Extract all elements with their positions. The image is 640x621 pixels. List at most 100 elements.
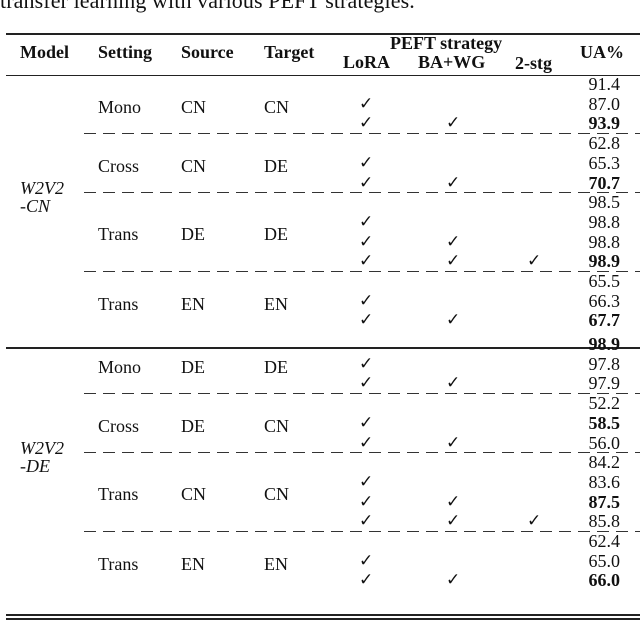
ba-wg-check-icon: ✓ bbox=[446, 373, 461, 393]
lora-check-icon: ✓ bbox=[359, 432, 374, 452]
lora-check-icon: ✓ bbox=[359, 511, 374, 531]
header-2-stg: 2-stg bbox=[515, 53, 552, 73]
ba-wg-check-icon: ✓ bbox=[446, 113, 461, 133]
header-model: Model bbox=[20, 42, 69, 62]
ua-value: 70.7 bbox=[588, 172, 621, 193]
ua-value: 84.2 bbox=[588, 452, 621, 473]
ua-value: 65.5 bbox=[588, 271, 621, 291]
source-cell: DE bbox=[181, 415, 205, 436]
lora-check-icon: ✓ bbox=[359, 471, 374, 491]
source-cell: EN bbox=[181, 553, 205, 574]
ua-value: 98.8 bbox=[588, 231, 621, 252]
ua-value: 97.9 bbox=[588, 373, 621, 394]
group-divider bbox=[84, 531, 640, 533]
header-peft-strategy: PEFT strategy bbox=[390, 33, 503, 53]
ua-value: 67.7 bbox=[588, 310, 621, 331]
lora-check-icon: ✓ bbox=[359, 310, 374, 330]
bottom-rule-2 bbox=[6, 618, 640, 620]
ba-wg-check-icon: ✓ bbox=[446, 491, 461, 511]
ba-wg-check-icon: ✓ bbox=[446, 432, 461, 452]
group-divider bbox=[84, 271, 640, 272]
lora-check-icon: ✓ bbox=[359, 113, 374, 133]
setting-cell: Trans bbox=[98, 553, 139, 574]
ua-value: 62.8 bbox=[588, 133, 621, 154]
bottom-rule bbox=[6, 614, 640, 616]
target-cell: DE bbox=[264, 356, 288, 377]
group-divider bbox=[84, 133, 640, 135]
ua-value: 93.9 bbox=[588, 113, 621, 134]
group-divider bbox=[84, 393, 640, 395]
header-setting: Setting bbox=[98, 42, 152, 62]
header-ua: UA% bbox=[580, 42, 624, 62]
lora-check-icon: ✓ bbox=[359, 251, 374, 271]
ua-value: 56.0 bbox=[588, 432, 621, 453]
ba-wg-check-icon: ✓ bbox=[446, 310, 461, 330]
ua-value: 98.8 bbox=[588, 211, 621, 232]
ua-value: 62.4 bbox=[588, 531, 621, 552]
two-stg-check-icon: ✓ bbox=[527, 511, 542, 531]
header-target: Target bbox=[264, 42, 315, 62]
lora-check-icon: ✓ bbox=[359, 172, 374, 192]
top-rule bbox=[6, 33, 640, 35]
ua-value: 98.5 bbox=[588, 192, 621, 213]
lora-check-icon: ✓ bbox=[359, 231, 374, 251]
source-cell: EN bbox=[181, 293, 205, 314]
model-name-line2: -DE bbox=[20, 456, 50, 477]
setting-cell: Mono bbox=[98, 96, 142, 117]
ua-value: 66.3 bbox=[588, 290, 621, 311]
source-cell: CN bbox=[181, 155, 207, 176]
target-cell: DE bbox=[264, 223, 288, 244]
target-cell: CN bbox=[264, 483, 290, 504]
ua-value: 65.3 bbox=[588, 152, 621, 173]
model-name-line2: -CN bbox=[20, 196, 51, 217]
lora-check-icon: ✓ bbox=[359, 93, 374, 113]
ua-value: 83.6 bbox=[588, 471, 621, 492]
setting-cell: Trans bbox=[98, 483, 139, 504]
setting-cell: Cross bbox=[98, 415, 140, 436]
group-divider bbox=[84, 192, 640, 194]
lora-check-icon: ✓ bbox=[359, 570, 374, 590]
target-cell: DE bbox=[264, 155, 288, 176]
ua-value: 85.8 bbox=[588, 511, 621, 532]
lora-check-icon: ✓ bbox=[359, 491, 374, 511]
target-cell: EN bbox=[264, 553, 288, 574]
ba-wg-check-icon: ✓ bbox=[446, 231, 461, 251]
ua-value: 66.0 bbox=[588, 570, 621, 591]
setting-cell: Trans bbox=[98, 293, 139, 314]
source-cell: DE bbox=[181, 356, 205, 377]
ua-value: 58.5 bbox=[588, 412, 621, 433]
group-divider bbox=[84, 452, 640, 454]
lora-check-icon: ✓ bbox=[359, 373, 374, 393]
ba-wg-check-icon: ✓ bbox=[446, 570, 461, 590]
setting-cell: Cross bbox=[98, 155, 140, 176]
model-separator-rule bbox=[6, 347, 640, 349]
header-rule bbox=[6, 75, 640, 76]
ua-value: 98.9 bbox=[588, 334, 621, 355]
setting-cell: Trans bbox=[98, 223, 139, 244]
source-cell: CN bbox=[181, 483, 207, 504]
ba-wg-check-icon: ✓ bbox=[446, 251, 461, 271]
header-ba-wg: BA+WG bbox=[418, 52, 486, 72]
ua-value: 97.8 bbox=[588, 353, 621, 374]
lora-check-icon: ✓ bbox=[359, 353, 374, 373]
header-lora: LoRA bbox=[343, 52, 391, 72]
setting-cell: Mono bbox=[98, 356, 142, 377]
ba-wg-check-icon: ✓ bbox=[446, 172, 461, 192]
two-stg-check-icon: ✓ bbox=[527, 251, 542, 271]
ua-value: 98.9 bbox=[588, 251, 621, 272]
model-name-line1: W2V2 bbox=[20, 178, 64, 199]
model-name-line1: W2V2 bbox=[20, 438, 64, 459]
lora-check-icon: ✓ bbox=[359, 412, 374, 432]
lora-check-icon: ✓ bbox=[359, 152, 374, 172]
target-cell: CN bbox=[264, 96, 290, 117]
ua-value: 52.2 bbox=[588, 393, 621, 414]
source-cell: CN bbox=[181, 96, 207, 117]
lora-check-icon: ✓ bbox=[359, 290, 374, 310]
header-source: Source bbox=[181, 42, 234, 62]
source-cell: DE bbox=[181, 223, 205, 244]
ba-wg-check-icon: ✓ bbox=[446, 511, 461, 531]
ua-value: 87.0 bbox=[588, 93, 621, 114]
ua-value: 65.0 bbox=[588, 550, 621, 571]
ua-value: 91.4 bbox=[588, 74, 621, 94]
target-cell: EN bbox=[264, 293, 288, 314]
